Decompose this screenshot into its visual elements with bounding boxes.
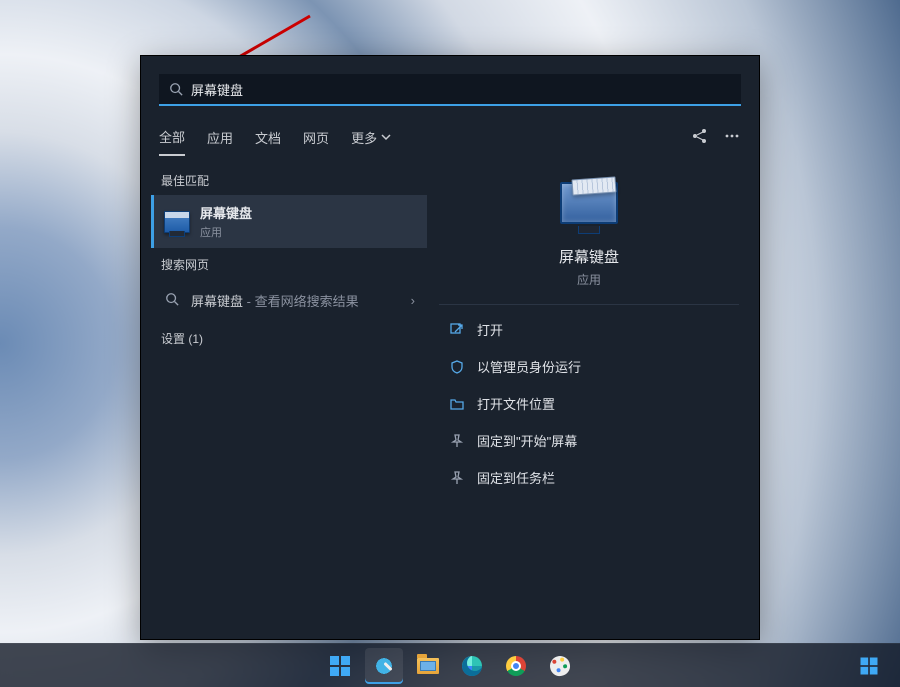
preview-title: 屏幕键盘 [559, 246, 619, 267]
tabs-row: 全部 应用 文档 网页 更多 [141, 116, 759, 156]
tab-docs[interactable]: 文档 [255, 118, 281, 155]
pin-icon [449, 433, 465, 449]
taskbar-show-desktop[interactable] [850, 648, 888, 684]
share-icon[interactable] [691, 127, 709, 145]
tab-more-label: 更多 [351, 128, 377, 147]
search-input[interactable] [183, 82, 731, 97]
search-web-item[interactable]: 屏幕键盘 - 查看网络搜索结果 › [153, 281, 427, 320]
chevron-right-icon: › [411, 293, 415, 308]
taskbar-start[interactable] [321, 648, 359, 684]
tab-all[interactable]: 全部 [159, 117, 185, 156]
preview-subtitle: 应用 [577, 271, 601, 288]
action-pin-start[interactable]: 固定到"开始"屏幕 [439, 422, 739, 459]
best-match-header: 最佳匹配 [149, 164, 431, 195]
pin-icon [449, 470, 465, 486]
taskbar-search[interactable] [365, 648, 403, 684]
web-hint: - 查看网络搜索结果 [243, 294, 359, 309]
best-match-subtitle: 应用 [200, 224, 252, 240]
edge-icon [462, 656, 482, 676]
web-term: 屏幕键盘 [191, 294, 243, 309]
tab-web[interactable]: 网页 [303, 118, 329, 155]
best-match-item[interactable]: 屏幕键盘 应用 [151, 195, 427, 248]
action-label: 固定到"开始"屏幕 [477, 431, 577, 450]
best-match-title: 屏幕键盘 [200, 203, 252, 222]
search-icon [374, 656, 394, 676]
osk-icon [164, 211, 190, 233]
chrome-icon [506, 656, 526, 676]
folder-icon [449, 396, 465, 412]
action-pin-taskbar[interactable]: 固定到任务栏 [439, 459, 739, 496]
action-open[interactable]: 打开 [439, 311, 739, 348]
paint-icon [549, 654, 572, 677]
settings-header[interactable]: 设置 (1) [149, 322, 431, 353]
action-run-admin[interactable]: 以管理员身份运行 [439, 348, 739, 385]
results-column: 最佳匹配 屏幕键盘 应用 搜索网页 屏幕键盘 - 查看网络搜索结果 › 设置 (… [141, 156, 431, 636]
search-icon [169, 82, 183, 96]
taskbar-chrome[interactable] [497, 648, 535, 684]
open-icon [449, 322, 465, 338]
file-explorer-icon [417, 658, 439, 674]
action-label: 固定到任务栏 [477, 468, 555, 487]
action-label: 以管理员身份运行 [477, 357, 581, 376]
preview-pane: 屏幕键盘 应用 打开 以管理员身份运行 打开文件位置 [431, 164, 747, 502]
shield-icon [449, 359, 465, 375]
search-box[interactable] [159, 74, 741, 106]
tab-more[interactable]: 更多 [351, 118, 391, 155]
search-icon [165, 292, 179, 309]
search-panel: 全部 应用 文档 网页 更多 最佳匹配 屏幕键盘 应用 [140, 55, 760, 640]
action-label: 打开 [477, 320, 503, 339]
osk-large-icon [554, 178, 624, 234]
search-web-header: 搜索网页 [149, 248, 431, 279]
action-open-location[interactable]: 打开文件位置 [439, 385, 739, 422]
more-icon[interactable] [723, 127, 741, 145]
taskbar-explorer[interactable] [409, 648, 447, 684]
chevron-down-icon [381, 132, 391, 142]
taskbar-paint[interactable] [541, 648, 579, 684]
windows-logo-icon [330, 656, 350, 676]
windows-logo-icon [861, 657, 878, 674]
taskbar [0, 643, 900, 687]
action-label: 打开文件位置 [477, 394, 555, 413]
taskbar-edge[interactable] [453, 648, 491, 684]
tab-apps[interactable]: 应用 [207, 118, 233, 155]
